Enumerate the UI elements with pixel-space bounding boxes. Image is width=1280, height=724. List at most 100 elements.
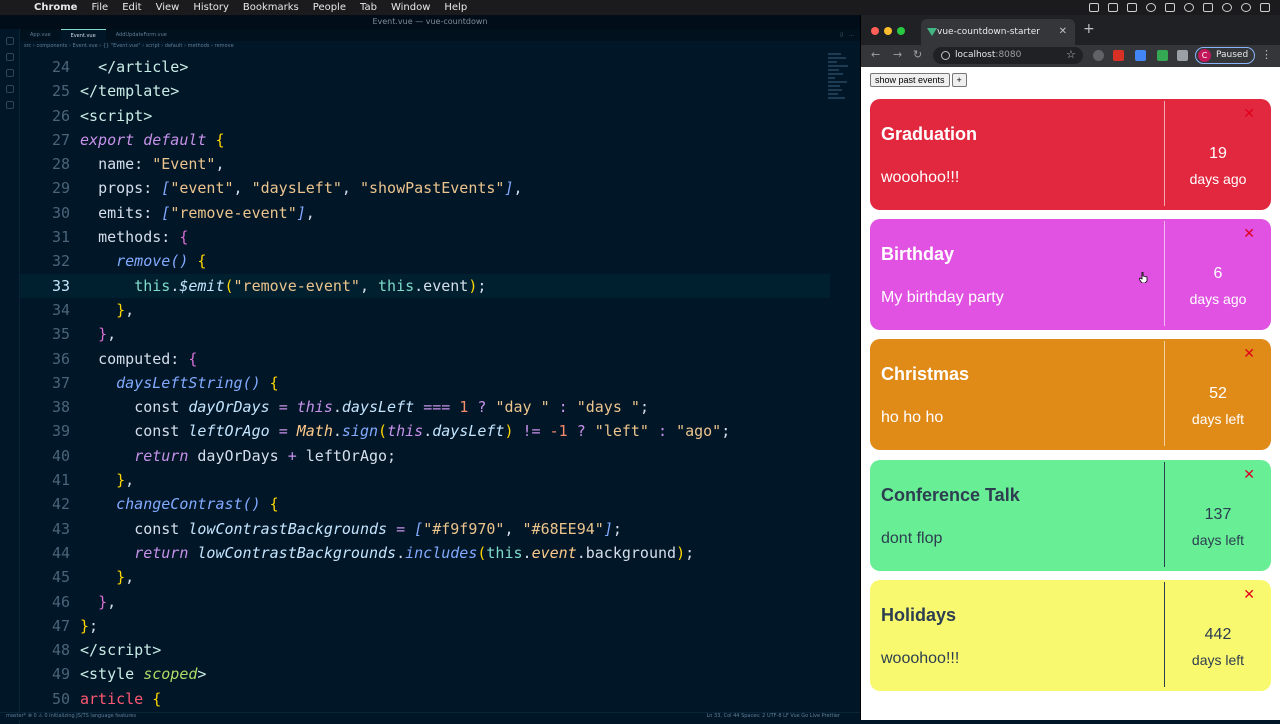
line-number: 43	[51, 519, 70, 538]
code-line[interactable]: 47};	[20, 614, 830, 638]
screen-record-icon[interactable]	[1089, 3, 1099, 12]
menu-window[interactable]: Window	[391, 2, 430, 13]
search-icon[interactable]	[1222, 3, 1232, 12]
extension-icon[interactable]	[1135, 50, 1146, 61]
code-line[interactable]: 26 <script>	[20, 104, 830, 128]
breadcrumb[interactable]: src › components › Event.vue › {} "Event…	[24, 41, 234, 51]
line-number: 26	[51, 106, 70, 125]
menu-edit[interactable]: Edit	[122, 2, 141, 13]
new-tab-button[interactable]: +	[1083, 21, 1095, 37]
address-bar[interactable]: localhost:8080	[933, 47, 1083, 64]
tab-event-vue[interactable]: Event.vue	[60, 29, 106, 41]
battery-icon[interactable]	[1203, 3, 1213, 12]
menu-history[interactable]: History	[193, 2, 229, 13]
menu-help[interactable]: Help	[444, 2, 467, 13]
menu-view[interactable]: View	[156, 2, 180, 13]
event-countdown: ✕ 442 days left	[1165, 580, 1271, 691]
extension-icon[interactable]	[1113, 50, 1124, 61]
days-label: days left	[1191, 532, 1245, 548]
tab-add-update-form-vue[interactable]: AddUpdateForm.vue	[106, 29, 177, 41]
cloud-icon[interactable]	[1108, 3, 1118, 12]
extensions-puzzle-icon[interactable]	[1177, 50, 1188, 61]
search-icon[interactable]	[5, 53, 14, 61]
remove-event-icon[interactable]: ✕	[1243, 106, 1255, 122]
code-line[interactable]: 29 props: ["event", "daysLeft", "showPas…	[20, 176, 830, 200]
code-line[interactable]: 39 const leftOrAgo = Math.sign(this.days…	[20, 419, 830, 443]
event-description: dont flop	[881, 530, 943, 547]
extension-icon[interactable]	[1093, 50, 1104, 61]
menu-bookmarks[interactable]: Bookmarks	[243, 2, 299, 13]
forward-icon[interactable]: →	[893, 48, 902, 61]
code-line[interactable]: 46 },	[20, 590, 830, 614]
site-info-icon[interactable]	[941, 51, 950, 60]
code-line[interactable]: 34 },	[20, 298, 830, 322]
time-machine-icon[interactable]	[1146, 3, 1156, 12]
menu-people[interactable]: People	[313, 2, 346, 13]
code-line[interactable]: 50 article {	[20, 687, 830, 711]
reload-icon[interactable]: ↻	[913, 48, 922, 61]
code-line[interactable]: 36 computed: {	[20, 347, 830, 371]
more-actions-icon[interactable]: …	[849, 29, 854, 41]
code-line[interactable]: 43 const lowContrastBackgrounds = ["#f9f…	[20, 517, 830, 541]
remove-event-icon[interactable]: ✕	[1243, 226, 1255, 242]
extensions-icon[interactable]	[5, 101, 14, 109]
bookmark-star-icon[interactable]: ☆	[1066, 48, 1076, 61]
code-line[interactable]: 33 this.$emit("remove-event", this.event…	[20, 273, 830, 298]
source-control-icon[interactable]	[5, 69, 14, 77]
status-left[interactable]: master* ⊗ 0 ⚠ 0 Initializing JS/TS langu…	[6, 713, 136, 719]
profile-status: Paused	[1216, 50, 1249, 60]
code-line[interactable]: 37 daysLeftString() {	[20, 371, 830, 395]
remove-event-icon[interactable]: ✕	[1243, 587, 1255, 603]
remove-event-icon[interactable]: ✕	[1243, 346, 1255, 362]
close-window-button[interactable]	[871, 27, 879, 35]
chrome-menu-icon[interactable]: ⋮	[1261, 48, 1272, 61]
code-line[interactable]: 27 export default {	[20, 128, 830, 152]
split-editor-icon[interactable]: ▯	[840, 29, 843, 41]
line-number: 25	[51, 82, 70, 101]
code-line[interactable]: 25 </template>	[20, 79, 830, 103]
url-port: :8080	[995, 50, 1022, 60]
debug-icon[interactable]	[5, 85, 14, 93]
days-count: 52	[1209, 385, 1227, 402]
zoom-window-button[interactable]	[897, 27, 905, 35]
tab-app-vue[interactable]: App.vue	[20, 29, 61, 41]
code-line[interactable]: 32 remove() {	[20, 249, 830, 273]
menu-tab[interactable]: Tab	[360, 2, 377, 13]
vue-devtools-icon[interactable]	[1157, 50, 1168, 61]
status-right[interactable]: Ln 33, Col 44 Spaces: 2 UTF-8 LF Vue Go …	[707, 713, 841, 720]
code-line[interactable]: 35 },	[20, 322, 830, 346]
code-line[interactable]: 45 },	[20, 565, 830, 589]
code-line[interactable]: 30 emits: ["remove-event"],	[20, 201, 830, 225]
code-line[interactable]: 48 </script>	[20, 638, 830, 662]
profile-button[interactable]: C Paused	[1195, 47, 1255, 64]
code-area[interactable]: 24 </article> 25 </template> 26 <script> 27 ex…	[20, 55, 830, 711]
control-center-icon[interactable]	[1260, 3, 1270, 12]
code-line[interactable]: 41 },	[20, 468, 830, 492]
code-line[interactable]: 40 return dayOrDays + leftOrAgo;	[20, 444, 830, 468]
add-event-button[interactable]: +	[951, 73, 967, 87]
line-number: 33	[51, 276, 70, 295]
code-line[interactable]: 49 <style scoped>	[20, 662, 830, 686]
line-number: 27	[51, 130, 70, 149]
wifi-icon[interactable]	[1184, 3, 1194, 12]
code-line[interactable]: 28 name: "Event",	[20, 152, 830, 176]
explorer-icon[interactable]	[5, 37, 14, 45]
remove-event-icon[interactable]: ✕	[1243, 467, 1255, 483]
code-line[interactable]: 44 return lowContrastBackgrounds.include…	[20, 541, 830, 565]
siri-icon[interactable]	[1241, 3, 1251, 12]
close-tab-icon[interactable]: ✕	[1059, 19, 1067, 45]
bluetooth-icon[interactable]	[1165, 3, 1175, 12]
menu-app-name[interactable]: Chrome	[34, 2, 77, 13]
menu-file[interactable]: File	[91, 2, 108, 13]
browser-tab[interactable]: vue-countdown-starter ✕	[921, 19, 1075, 45]
code-line[interactable]: 38 const dayOrDays = this.daysLeft === 1…	[20, 395, 830, 419]
code-line[interactable]: 31 methods: {	[20, 225, 830, 249]
back-icon[interactable]: ←	[871, 48, 880, 61]
minimap[interactable]	[828, 53, 850, 133]
minimize-window-button[interactable]	[884, 27, 892, 35]
show-past-events-button[interactable]: show past events	[870, 73, 950, 87]
shield-icon[interactable]	[1127, 3, 1137, 12]
code-line[interactable]: 24 </article>	[20, 55, 830, 79]
code-line[interactable]: 42 changeContrast() {	[20, 492, 830, 516]
menu-bar: Chrome File Edit View History Bookmarks …	[0, 0, 1280, 15]
